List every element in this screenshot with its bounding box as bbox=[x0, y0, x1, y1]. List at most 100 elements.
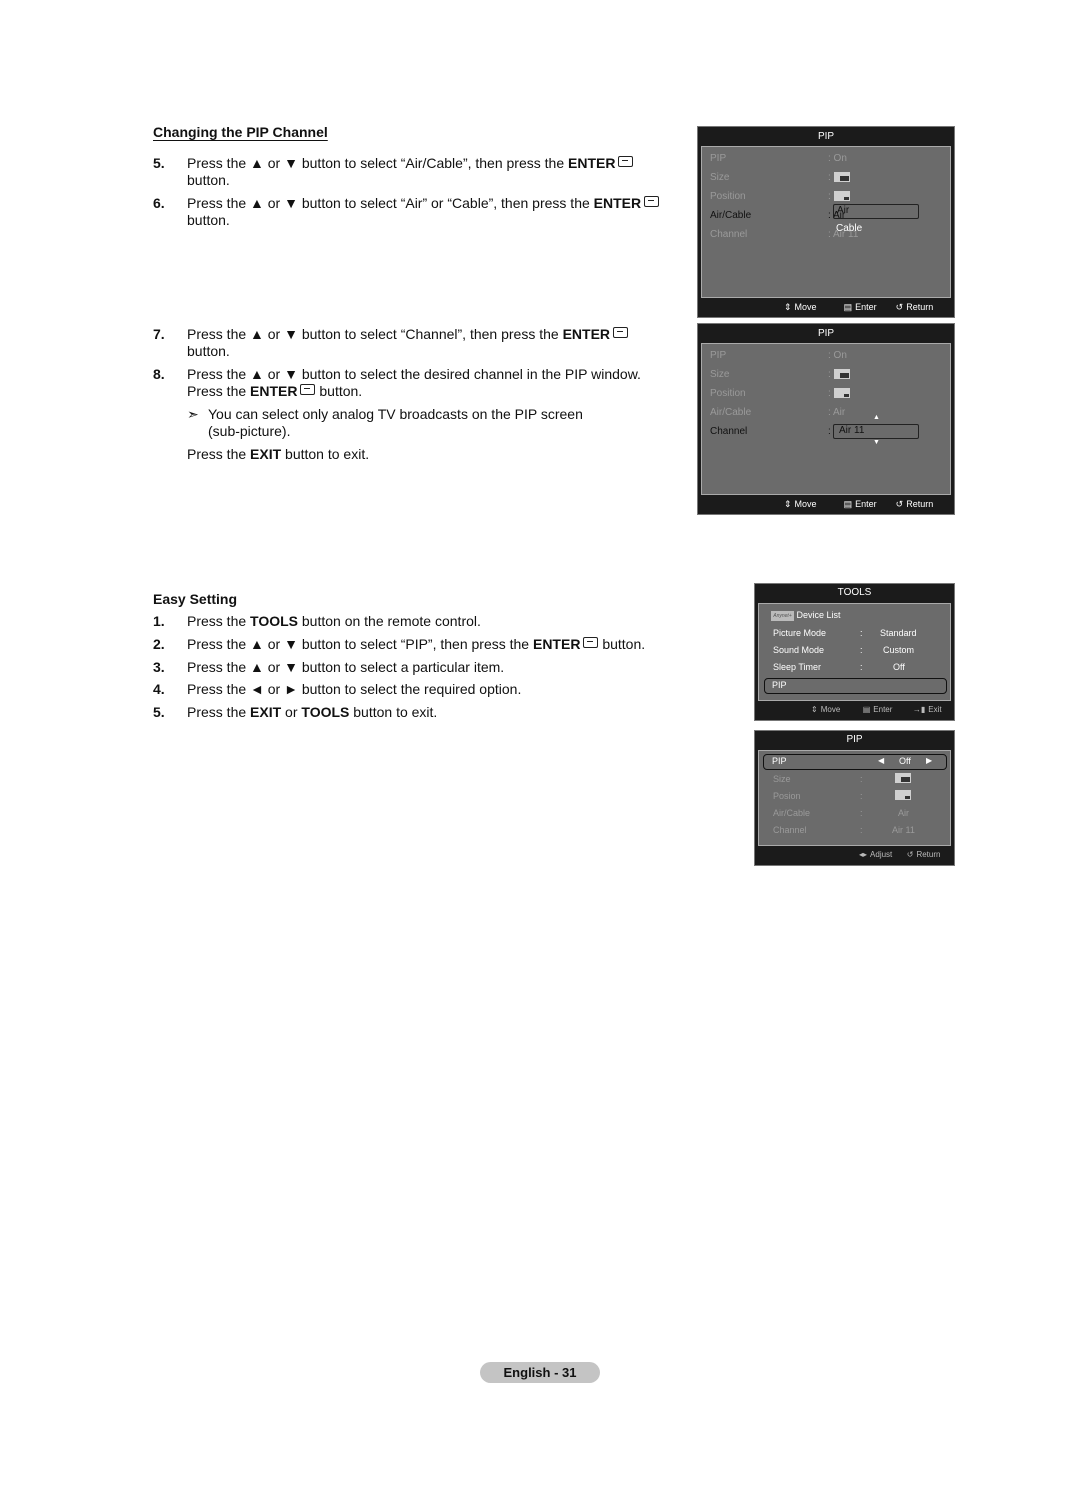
move-icon: ⇕ bbox=[784, 499, 792, 509]
step-text: Press the ▲ or ▼ button to select a part… bbox=[187, 659, 505, 675]
menu-item-pip-highlight[interactable]: PIP bbox=[764, 678, 947, 694]
menu-item-air-cable[interactable]: Air/Cable bbox=[773, 808, 810, 818]
step-number: 2. bbox=[153, 636, 165, 652]
position-thumbnail-icon bbox=[833, 191, 850, 202]
enter-icon: ▤ bbox=[843, 499, 853, 509]
menu-item-position[interactable]: Position bbox=[710, 191, 746, 202]
pip-osd-air-cable: PIP PIP : On Size : Position : Air/Cable… bbox=[697, 126, 955, 318]
menu-item-channel[interactable]: Channel bbox=[710, 426, 747, 437]
dropdown-selected-air[interactable]: Air bbox=[833, 204, 919, 219]
enter-icon: ▤ bbox=[843, 302, 853, 312]
menu-value: Off bbox=[893, 662, 905, 672]
menu-item-position[interactable]: Posion bbox=[773, 791, 801, 801]
step-8: 8. Press the ▲ or ▼ button to select the… bbox=[153, 366, 683, 400]
footer-return: Return bbox=[906, 302, 934, 312]
step-bold: TOOLS bbox=[250, 613, 298, 629]
step-number: 4. bbox=[153, 681, 165, 697]
step-bold: TOOLS bbox=[301, 704, 350, 720]
enter-icon bbox=[644, 196, 660, 207]
pip-label: PIP bbox=[772, 756, 787, 766]
move-icon: ⇕ bbox=[784, 302, 792, 312]
step-text: Press the bbox=[187, 704, 251, 720]
text: button to exit. bbox=[281, 446, 370, 462]
enter-icon bbox=[300, 384, 316, 395]
step-text: Press the ▲ or ▼ button to select “PIP”,… bbox=[187, 636, 533, 652]
footer-return: Return bbox=[906, 499, 934, 509]
option-air[interactable]: Air bbox=[837, 205, 849, 216]
step-bold: ENTER bbox=[532, 636, 581, 652]
easy-step-4: 4. Press the ◄ or ► button to select the… bbox=[153, 681, 683, 698]
step-number: 6. bbox=[153, 195, 165, 211]
menu-item-size[interactable]: Size bbox=[710, 369, 729, 380]
osd-title: PIP bbox=[817, 131, 835, 142]
menu-sep: : bbox=[860, 628, 863, 638]
position-thumbnail-icon bbox=[895, 790, 911, 801]
pip-toggle-row[interactable]: PIP ◀ Off ▶ bbox=[763, 754, 947, 770]
step-5: 5. Press the ▲ or ▼ button to select “Ai… bbox=[153, 155, 683, 189]
footer-exit: Exit bbox=[928, 705, 942, 714]
menu-value bbox=[895, 790, 911, 801]
menu-item-pip[interactable]: PIP bbox=[710, 153, 726, 164]
step-7: 7. Press the ▲ or ▼ button to select “Ch… bbox=[153, 326, 683, 360]
section-title-easy-setting: Easy Setting bbox=[153, 591, 238, 607]
menu-item-channel[interactable]: Channel bbox=[710, 229, 747, 240]
up-arrow-icon[interactable]: ▲ bbox=[873, 414, 880, 421]
step-text: button on the remote control. bbox=[298, 613, 481, 629]
return-icon: ↺ bbox=[895, 499, 904, 509]
adjust-icon: ◂▸ bbox=[859, 850, 868, 859]
exit-instruction: Press the EXIT button to exit. bbox=[187, 446, 369, 462]
size-thumbnail-icon bbox=[833, 172, 850, 183]
position-thumbnail-icon bbox=[833, 388, 850, 399]
left-arrow-icon[interactable]: ◀ bbox=[878, 756, 884, 765]
menu-value: : bbox=[828, 369, 850, 380]
footer-move: Move bbox=[794, 499, 817, 509]
menu-item-position[interactable]: Position bbox=[710, 388, 746, 399]
pip-easy-osd: PIP PIP ◀ Off ▶ Size : Posion : Air/Cabl… bbox=[754, 730, 955, 866]
right-arrow-icon[interactable]: ▶ bbox=[926, 756, 932, 765]
osd-footer: ⇕ Move ▤ Enter ↺ Return bbox=[784, 499, 933, 510]
bold-text: EXIT bbox=[250, 446, 282, 462]
menu-item-air-cable[interactable]: Air/Cable bbox=[710, 210, 751, 221]
enter-icon bbox=[618, 156, 634, 167]
down-arrow-icon[interactable]: ▼ bbox=[873, 439, 880, 446]
channel-spinner[interactable]: Air 11 bbox=[833, 424, 919, 439]
osd-body: Anynet+ Device List Picture Mode : Stand… bbox=[758, 603, 951, 701]
step-number: 1. bbox=[153, 613, 165, 629]
menu-value: : On bbox=[828, 153, 847, 164]
menu-value: : bbox=[828, 172, 850, 183]
menu-item-sleep-timer[interactable]: Sleep Timer bbox=[773, 662, 821, 672]
size-thumbnail-icon bbox=[833, 369, 850, 380]
step-text: Press the ◄ or ► button to select the re… bbox=[187, 681, 522, 697]
osd-title: PIP bbox=[846, 734, 863, 745]
menu-item-pip[interactable]: PIP bbox=[772, 680, 787, 690]
step-text: button. bbox=[187, 172, 230, 188]
osd-body: PIP : On Size : Position : Air/Cable : A… bbox=[701, 343, 951, 495]
easy-step-3: 3. Press the ▲ or ▼ button to select a p… bbox=[153, 659, 683, 676]
menu-value: Air 11 bbox=[892, 825, 915, 835]
step-text: or bbox=[281, 704, 302, 720]
step-text: Press the bbox=[187, 383, 251, 399]
menu-item-sound-mode[interactable]: Sound Mode bbox=[773, 645, 824, 655]
menu-sep: : bbox=[860, 808, 863, 818]
menu-item-picture-mode[interactable]: Picture Mode bbox=[773, 628, 826, 638]
section-title-pip-channel: Changing the PIP Channel bbox=[153, 124, 328, 140]
menu-item-size[interactable]: Size bbox=[710, 172, 729, 183]
option-cable[interactable]: Cable bbox=[836, 223, 862, 234]
osd-footer: ◂▸ Adjust ↺ Return bbox=[859, 850, 940, 859]
footer-enter: Enter bbox=[855, 302, 877, 312]
step-bold: ENTER bbox=[562, 326, 611, 342]
menu-item-air-cable[interactable]: Air/Cable bbox=[710, 407, 751, 418]
osd-footer: ⇕ Move ▤ Enter →▮ Exit bbox=[811, 705, 942, 714]
step-text: Press the bbox=[187, 613, 251, 629]
step-text: button to exit. bbox=[349, 704, 438, 720]
menu-item-device-list[interactable]: Anynet+ Device List bbox=[771, 610, 841, 621]
menu-item-channel[interactable]: Channel bbox=[773, 825, 807, 835]
menu-item-size[interactable]: Size bbox=[773, 774, 791, 784]
note: ➣ You can select only analog TV broadcas… bbox=[187, 406, 637, 440]
osd-title: TOOLS bbox=[837, 587, 872, 598]
easy-step-2: 2. Press the ▲ or ▼ button to select “PI… bbox=[153, 636, 683, 653]
footer-return: Return bbox=[916, 850, 941, 859]
menu-item-pip[interactable]: PIP bbox=[710, 350, 726, 361]
menu-value: Standard bbox=[880, 628, 917, 638]
text: Press the bbox=[187, 446, 251, 462]
